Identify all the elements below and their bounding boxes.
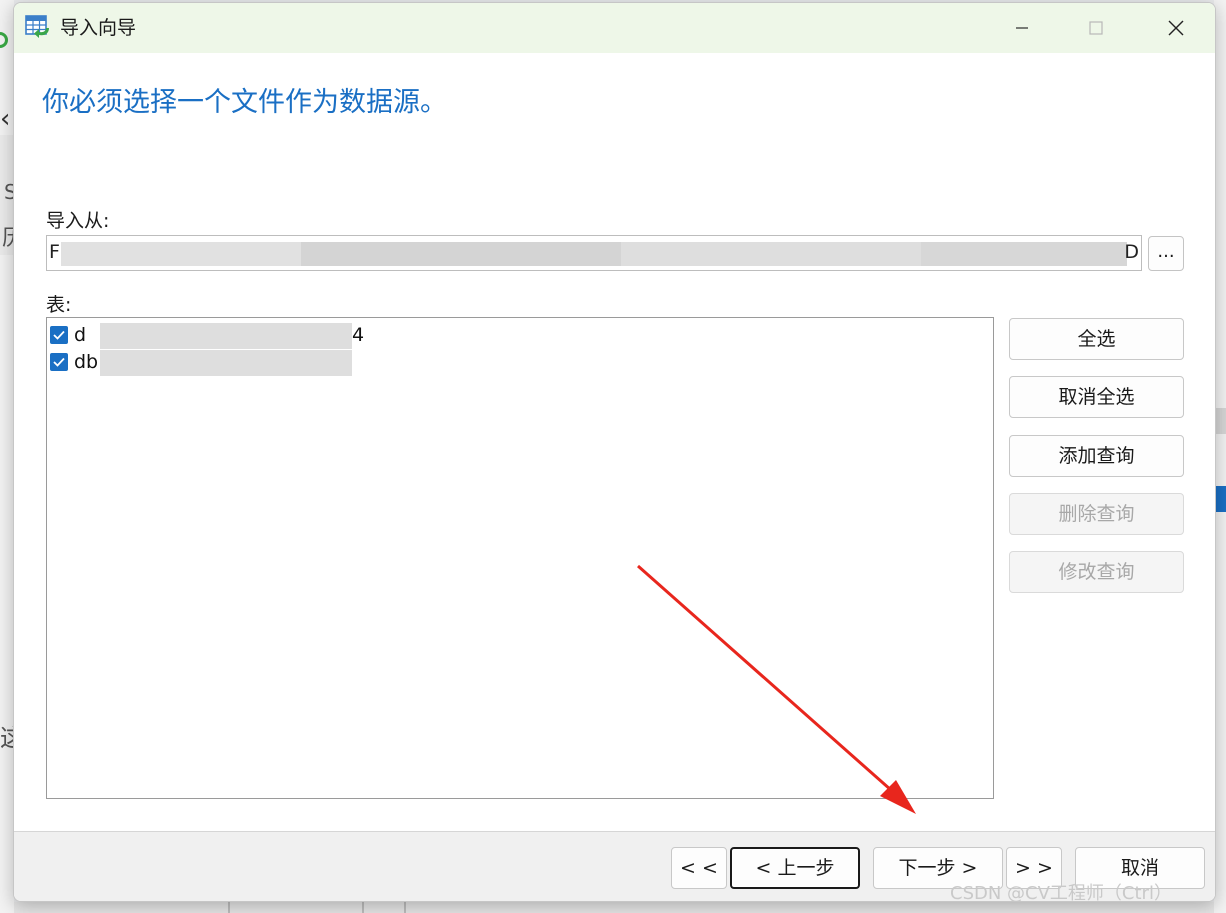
close-icon [1168, 20, 1184, 36]
import-path-input[interactable]: F D [46, 235, 1142, 271]
background-app-left-edge: ‹ S 历 这 [0, 0, 24, 913]
minimize-icon [1016, 27, 1028, 29]
table-import-icon [25, 15, 49, 38]
redacted-region [921, 242, 1127, 266]
redacted-region [61, 242, 301, 266]
background-tab [1216, 408, 1226, 434]
table-checkbox[interactable] [50, 353, 68, 371]
background-divider [362, 902, 364, 913]
delete-query-button[interactable]: 删除查询 [1009, 493, 1184, 535]
deselect-all-button[interactable]: 取消全选 [1009, 376, 1184, 418]
redacted-region [621, 242, 921, 266]
minimize-button[interactable] [982, 3, 1062, 53]
import-path-text-start: F [49, 241, 60, 263]
redacted-region [100, 323, 352, 349]
background-divider [228, 902, 230, 913]
table-checkbox[interactable] [50, 326, 68, 344]
background-selection [1216, 486, 1226, 512]
table-list-item[interactable]: d 4 [50, 323, 370, 349]
import-path-text-end: D [1124, 241, 1139, 263]
redacted-region [301, 242, 621, 266]
close-button[interactable] [1136, 3, 1215, 53]
background-divider [404, 902, 406, 913]
browse-file-button[interactable]: ... [1148, 236, 1184, 271]
title-bar[interactable]: 导入向导 [14, 3, 1215, 53]
background-app-bottom-edge [14, 902, 1214, 913]
table-name: d [74, 324, 87, 346]
checkmark-icon [53, 357, 65, 367]
checkmark-icon [53, 330, 65, 340]
redacted-region [100, 350, 352, 376]
import-wizard-dialog: 导入向导 你必须选择一个文件作为数据源。 导入从: F D ... 表: d 4 [13, 2, 1216, 902]
watermark: CSDN @CV工程师（Ctrl） [950, 883, 1172, 902]
tables-label: 表: [46, 294, 72, 316]
add-query-button[interactable]: 添加查询 [1009, 435, 1184, 477]
modify-query-button[interactable]: 修改查询 [1009, 551, 1184, 593]
page-heading: 你必须选择一个文件作为数据源。 [42, 87, 447, 118]
first-step-button[interactable]: < < [671, 847, 727, 889]
window-title: 导入向导 [60, 17, 137, 39]
back-button[interactable]: < 上一步 [730, 847, 860, 889]
table-list-item[interactable]: db [50, 350, 370, 376]
background-back-chevron-icon: ‹ [0, 104, 11, 134]
table-list[interactable]: d 4 db [46, 317, 994, 799]
maximize-button[interactable] [1056, 3, 1136, 53]
background-app-logo [0, 32, 8, 48]
table-name-tail: 4 [352, 324, 365, 346]
table-name: db [74, 351, 99, 373]
import-from-label: 导入从: [46, 210, 110, 232]
maximize-icon [1089, 21, 1103, 35]
wizard-footer: < < < 上一步 下一步 > > > 取消 CSDN @CV工程师（Ctrl） [14, 831, 1215, 902]
select-all-button[interactable]: 全选 [1009, 318, 1184, 360]
